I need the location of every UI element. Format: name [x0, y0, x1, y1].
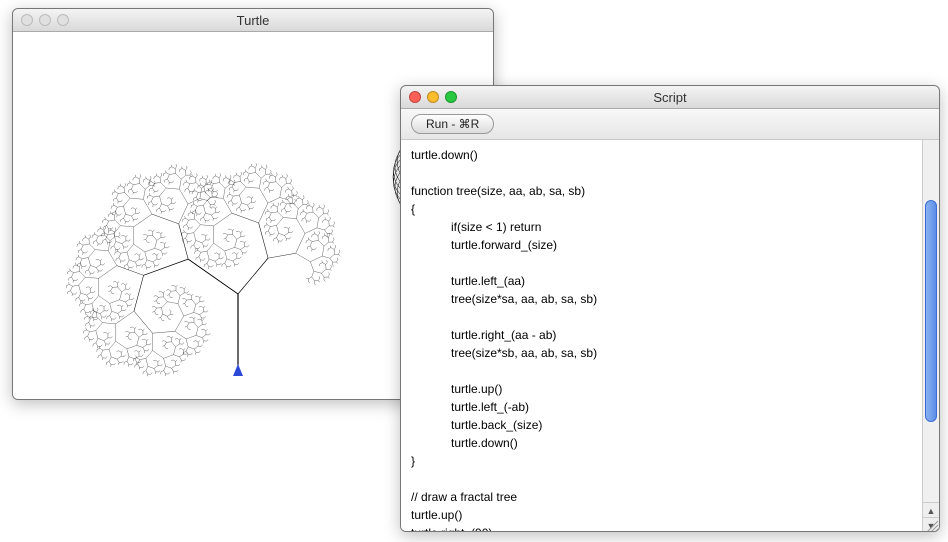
code-line: turtle.left_(aa): [411, 272, 914, 290]
turtle-traffic-lights: [21, 14, 69, 26]
code-editor[interactable]: turtle.down() function tree(size, aa, ab…: [401, 140, 922, 532]
script-body: turtle.down() function tree(size, aa, ab…: [401, 140, 939, 532]
close-icon[interactable]: [21, 14, 33, 26]
code-line: turtle.up(): [411, 506, 914, 524]
turtle-titlebar[interactable]: Turtle: [13, 9, 493, 32]
script-window: Script Run - ⌘R turtle.down() function t…: [400, 85, 940, 532]
code-line: }: [411, 452, 914, 470]
minimize-icon[interactable]: [39, 14, 51, 26]
vertical-scrollbar[interactable]: ▲ ▼: [922, 140, 939, 532]
zoom-icon[interactable]: [57, 14, 69, 26]
script-titlebar[interactable]: Script: [401, 86, 939, 109]
script-toolbar: Run - ⌘R: [401, 109, 939, 140]
code-line: [411, 308, 914, 326]
close-icon[interactable]: [409, 91, 421, 103]
code-line: function tree(size, aa, ab, sa, sb): [411, 182, 914, 200]
minimize-icon[interactable]: [427, 91, 439, 103]
code-line: turtle.down(): [411, 146, 914, 164]
code-line: turtle.back_(size): [411, 416, 914, 434]
code-line: turtle.right_(aa - ab): [411, 326, 914, 344]
code-line: turtle.left_(-ab): [411, 398, 914, 416]
turtle-window-title: Turtle: [13, 13, 493, 28]
run-button[interactable]: Run - ⌘R: [411, 114, 494, 134]
code-line: {: [411, 200, 914, 218]
code-line: [411, 362, 914, 380]
script-window-title: Script: [401, 90, 939, 105]
code-line: tree(size*sa, aa, ab, sa, sb): [411, 290, 914, 308]
code-line: turtle.up(): [411, 380, 914, 398]
code-line: if(size < 1) return: [411, 218, 914, 236]
code-line: turtle.right_(90): [411, 524, 914, 532]
resize-grip-icon[interactable]: [924, 518, 939, 532]
code-line: // draw a fractal tree: [411, 488, 914, 506]
scroll-up-arrow-icon[interactable]: ▲: [923, 502, 939, 518]
scrollbar-thumb[interactable]: [925, 200, 937, 422]
code-line: tree(size*sb, aa, ab, sa, sb): [411, 344, 914, 362]
code-line: turtle.forward_(size): [411, 236, 914, 254]
code-line: [411, 470, 914, 488]
zoom-icon[interactable]: [445, 91, 457, 103]
script-traffic-lights: [409, 91, 457, 103]
code-line: turtle.down(): [411, 434, 914, 452]
code-line: [411, 164, 914, 182]
code-line: [411, 254, 914, 272]
